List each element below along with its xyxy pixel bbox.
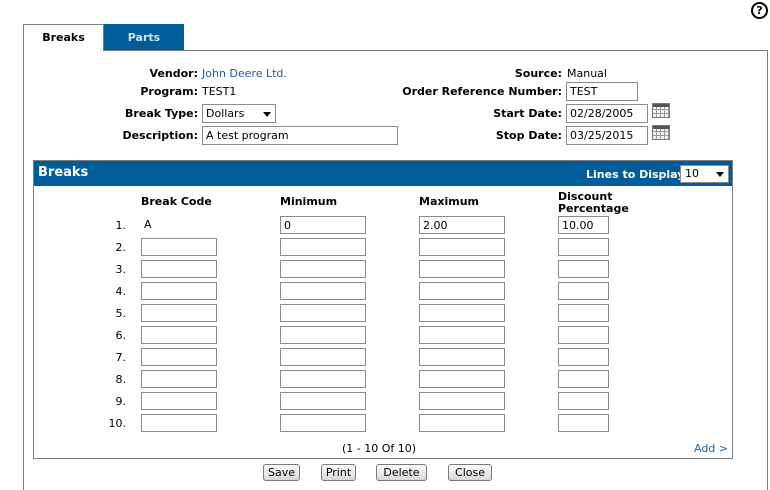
break-code-input[interactable] xyxy=(141,282,217,300)
description-label: Description: xyxy=(122,129,198,142)
discount-input[interactable] xyxy=(558,260,609,278)
source-label: Source: xyxy=(514,67,562,80)
discount-input[interactable] xyxy=(558,392,609,410)
maximum-input[interactable] xyxy=(419,392,505,410)
break-code-input[interactable] xyxy=(141,326,217,344)
discount-input[interactable] xyxy=(558,282,609,300)
vendor-link[interactable]: John Deere Ltd. xyxy=(202,67,287,80)
break-code-input[interactable] xyxy=(141,260,217,278)
minimum-input[interactable]: 0 xyxy=(280,216,366,234)
row-number: 6. xyxy=(115,329,127,342)
tab-breaks[interactable]: Breaks xyxy=(23,24,104,51)
break-type-label: Break Type: xyxy=(125,107,198,120)
lines-to-display-select[interactable]: 10 xyxy=(680,165,729,183)
stop-date-label: Stop Date: xyxy=(495,129,562,142)
breaks-section: Breaks Lines to Display: 10 Break Code M… xyxy=(33,160,733,459)
breaks-header: Breaks Lines to Display: 10 xyxy=(34,161,732,186)
row-number: 4. xyxy=(115,285,127,298)
break-code-input[interactable] xyxy=(141,238,217,256)
break-code-input[interactable] xyxy=(141,392,217,410)
break-code-input[interactable] xyxy=(141,304,217,322)
maximum-input[interactable] xyxy=(419,238,505,256)
row-number: 10. xyxy=(108,417,127,430)
col-minimum: Minimum xyxy=(280,195,338,208)
maximum-input[interactable] xyxy=(419,304,505,322)
discount-input[interactable] xyxy=(558,414,609,432)
save-button[interactable]: Save xyxy=(263,464,300,481)
minimum-input[interactable] xyxy=(280,348,366,366)
print-button[interactable]: Print xyxy=(321,464,356,481)
breaks-title: Breaks xyxy=(38,165,89,180)
chevron-down-icon xyxy=(263,112,271,117)
order-ref-label: Order Reference Number: xyxy=(402,85,562,98)
help-icon[interactable]: ? xyxy=(751,2,768,19)
col-discount-line2: Percentage xyxy=(558,202,629,215)
maximum-input[interactable] xyxy=(419,348,505,366)
stop-date-input[interactable]: 03/25/2015 xyxy=(566,126,648,145)
maximum-input[interactable]: 2.00 xyxy=(419,216,505,234)
row-number: 9. xyxy=(115,395,127,408)
start-date-calendar-icon[interactable] xyxy=(652,103,670,118)
add-link[interactable]: Add > xyxy=(694,442,728,455)
break-code-input[interactable] xyxy=(141,348,217,366)
col-discount-percentage: Discount Percentage xyxy=(558,191,629,215)
close-button[interactable]: Close xyxy=(448,464,492,481)
maximum-input[interactable] xyxy=(419,414,505,432)
description-input[interactable]: A test program xyxy=(202,126,398,145)
row-number: 2. xyxy=(115,241,127,254)
program-label: Program: xyxy=(140,85,198,98)
minimum-input[interactable] xyxy=(280,304,366,322)
minimum-input[interactable] xyxy=(280,282,366,300)
row-number: 5. xyxy=(115,307,127,320)
start-date-input[interactable]: 02/28/2005 xyxy=(566,104,648,123)
col-maximum: Maximum xyxy=(419,195,479,208)
discount-input[interactable] xyxy=(558,326,609,344)
discount-input[interactable]: 10.00 xyxy=(558,216,609,234)
break-type-value: Dollars xyxy=(206,107,245,120)
minimum-input[interactable] xyxy=(280,414,366,432)
delete-button[interactable]: Delete xyxy=(376,464,427,481)
break-code-input[interactable] xyxy=(141,370,217,388)
start-date-label: Start Date: xyxy=(493,107,562,120)
maximum-input[interactable] xyxy=(419,326,505,344)
lines-to-display-value: 10 xyxy=(685,167,699,180)
stop-date-calendar-icon[interactable] xyxy=(652,125,670,140)
minimum-input[interactable] xyxy=(280,260,366,278)
break-code-input[interactable] xyxy=(141,414,217,432)
program-value: TEST1 xyxy=(202,85,237,98)
row-number: 3. xyxy=(115,263,127,276)
maximum-input[interactable] xyxy=(419,370,505,388)
row-number: 8. xyxy=(115,373,127,386)
break-type-select[interactable]: Dollars xyxy=(202,104,276,123)
maximum-input[interactable] xyxy=(419,260,505,278)
tab-parts[interactable]: Parts xyxy=(104,24,184,50)
col-break-code: Break Code xyxy=(141,195,212,208)
discount-input[interactable] xyxy=(558,238,609,256)
minimum-input[interactable] xyxy=(280,238,366,256)
lines-to-display-label: Lines to Display: xyxy=(586,168,689,181)
source-value: Manual xyxy=(567,67,607,80)
minimum-input[interactable] xyxy=(280,370,366,388)
discount-input[interactable] xyxy=(558,304,609,322)
row-number: 7. xyxy=(115,351,127,364)
order-ref-input[interactable]: TEST xyxy=(566,82,638,101)
discount-input[interactable] xyxy=(558,370,609,388)
minimum-input[interactable] xyxy=(280,326,366,344)
minimum-input[interactable] xyxy=(280,392,366,410)
discount-input[interactable] xyxy=(558,348,609,366)
break-code-input[interactable]: A xyxy=(141,216,217,234)
vendor-label: Vendor: xyxy=(149,67,198,80)
chevron-down-icon xyxy=(716,172,724,177)
pagination-info: (1 - 10 Of 10) xyxy=(342,442,417,455)
maximum-input[interactable] xyxy=(419,282,505,300)
row-number: 1. xyxy=(115,219,127,232)
